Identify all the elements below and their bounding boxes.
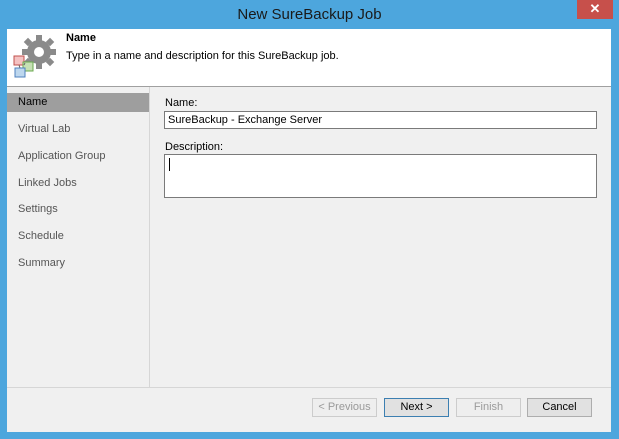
sidebar-item-label: Virtual Lab [18,123,71,135]
sidebar-item-application-group[interactable]: Application Group [7,147,149,166]
sidebar-item-label: Linked Jobs [18,177,77,189]
sidebar-item-settings[interactable]: Settings [7,200,149,219]
sidebar-item-label: Settings [18,203,58,215]
finish-button[interactable]: Finish [456,398,521,417]
dialog-window: New SureBackup Job ✕ Name Type in a name… [0,0,619,439]
text-caret [169,158,170,171]
close-button[interactable]: ✕ [577,0,613,19]
description-textarea[interactable] [164,154,597,198]
sidebar-item-label: Summary [18,257,66,269]
cancel-button[interactable]: Cancel [527,398,592,417]
close-icon: ✕ [589,1,601,16]
description-label: Description: [165,141,224,153]
sidebar-item-schedule[interactable]: Schedule [7,227,149,246]
sidebar-item-label: Application Group [18,150,106,162]
dialog-content: Name Type in a name and description for … [7,29,611,432]
previous-button[interactable]: < Previous [312,398,377,417]
step-header: Name Type in a name and description for … [7,29,611,86]
step-description: Type in a name and description for this … [66,50,339,62]
sidebar-item-label: Name [18,96,48,108]
title-bar[interactable]: New SureBackup Job ✕ [0,0,619,29]
wizard-footer: < Previous Next > Finish Cancel [7,387,611,432]
name-label: Name: [165,97,198,109]
wizard-steps-sidebar: Name Virtual Lab Application Group Linke… [7,87,150,387]
gear-settings-icon [13,35,56,78]
sidebar-item-label: Schedule [18,230,64,242]
name-input[interactable] [164,111,597,129]
next-button[interactable]: Next > [384,398,449,417]
step-title: Name [66,32,96,44]
sidebar-item-linked-jobs[interactable]: Linked Jobs [7,174,149,193]
sidebar-item-name[interactable]: Name [7,93,149,112]
sidebar-item-summary[interactable]: Summary [7,254,149,273]
sidebar-item-virtual-lab[interactable]: Virtual Lab [7,120,149,139]
window-title: New SureBackup Job [237,6,382,23]
